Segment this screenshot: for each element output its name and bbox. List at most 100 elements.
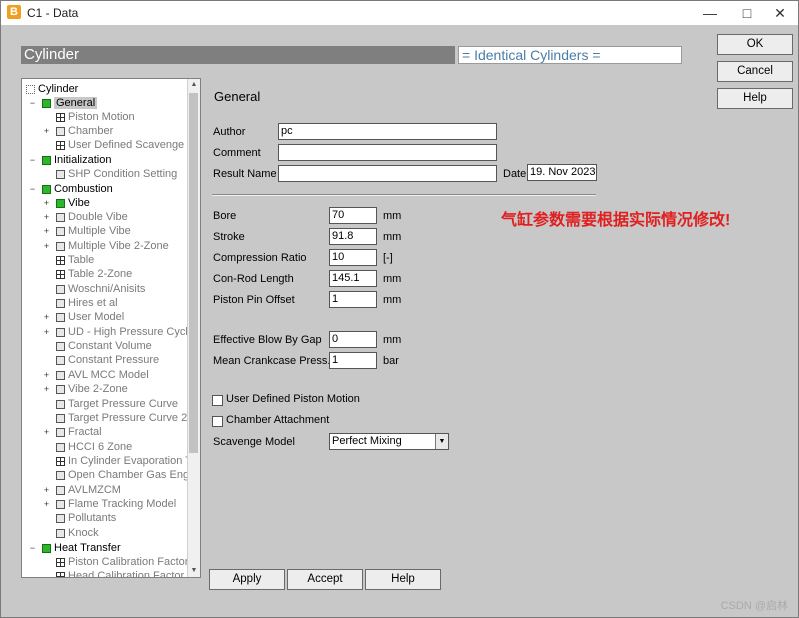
tree-item-ud-high-pressure[interactable]: + UD - High Pressure Cycle: [42, 325, 194, 339]
blow-by-gap-input[interactable]: 0: [329, 331, 377, 348]
scroll-thumb[interactable]: [189, 93, 198, 453]
bore-unit: mm: [383, 210, 402, 222]
tree-item-piston-motion[interactable]: Piston Motion: [56, 110, 135, 124]
comment-label: Comment: [213, 147, 261, 159]
tree-item-fractal[interactable]: + Fractal: [42, 425, 102, 439]
tree-item-heat-transfer[interactable]: − Heat Transfer: [28, 541, 121, 555]
tree-item-pollutants[interactable]: Pollutants: [56, 511, 116, 525]
tree-item-user-defined-scavenge[interactable]: User Defined Scavenge I: [56, 138, 190, 152]
collapse-icon[interactable]: −: [28, 544, 37, 553]
scroll-up-icon[interactable]: ▲: [188, 79, 200, 91]
doc-icon: [56, 485, 65, 495]
tree-item-vibe[interactable]: + Vibe: [42, 196, 90, 210]
expand-icon[interactable]: +: [42, 227, 51, 236]
tree-item-user-model[interactable]: + User Model: [42, 310, 124, 324]
tree-item-avlmzcm[interactable]: + AVLMZCM: [42, 483, 121, 497]
tree-item-piston-calibration[interactable]: Piston Calibration Factor: [56, 555, 188, 569]
tree-item-target-pressure[interactable]: Target Pressure Curve: [56, 397, 178, 411]
tree-item-general[interactable]: − General: [28, 96, 98, 110]
expand-icon[interactable]: +: [42, 242, 51, 251]
collapse-icon[interactable]: −: [28, 185, 37, 194]
expand-icon[interactable]: +: [42, 385, 51, 394]
tree-item-table[interactable]: Table: [56, 253, 94, 267]
stroke-input[interactable]: 91.8: [329, 228, 377, 245]
expand-icon[interactable]: +: [42, 127, 51, 136]
stroke-unit: mm: [383, 231, 402, 243]
crankcase-press-label: Mean Crankcase Press.: [213, 355, 331, 367]
apply-button[interactable]: Apply: [209, 569, 285, 590]
tree-item-knock[interactable]: Knock: [56, 526, 99, 540]
tree-item-flame-tracking[interactable]: + Flame Tracking Model: [42, 497, 176, 511]
piston-pin-offset-input[interactable]: 1: [329, 291, 377, 308]
tree-item-cylinder[interactable]: Cylinder: [26, 82, 78, 96]
tree-scrollbar[interactable]: ▲ ▼: [187, 79, 200, 577]
expand-icon[interactable]: +: [42, 371, 51, 380]
expand-icon[interactable]: +: [42, 199, 51, 208]
chamber-attachment-checkbox[interactable]: [212, 416, 223, 427]
tree-item-multiple-vibe-2zone[interactable]: + Multiple Vibe 2-Zone: [42, 239, 169, 253]
tree-item-chamber[interactable]: + Chamber: [42, 124, 113, 138]
tree-item-initialization[interactable]: − Initialization: [28, 153, 112, 167]
doc-icon: [56, 212, 65, 222]
tree-item-constant-volume[interactable]: Constant Volume: [56, 339, 152, 353]
tree-item-hires[interactable]: Hires et al: [56, 296, 118, 310]
tree-item-multiple-vibe[interactable]: + Multiple Vibe: [42, 224, 131, 238]
collapse-icon[interactable]: −: [28, 99, 37, 108]
doc-icon: [56, 499, 65, 509]
tree-item-target-pressure-2[interactable]: Target Pressure Curve 2: [56, 411, 187, 425]
expand-icon[interactable]: +: [42, 328, 51, 337]
minimize-icon[interactable]: —: [690, 1, 730, 25]
collapse-icon[interactable]: −: [28, 156, 37, 165]
dialog-content: Cylinder = Identical Cylinders = OK Canc…: [1, 25, 798, 617]
user-defined-piston-motion-checkbox[interactable]: [212, 395, 223, 406]
expand-icon[interactable]: +: [42, 428, 51, 437]
tree-item-in-cylinder-evap[interactable]: In Cylinder Evaporation T: [56, 454, 192, 468]
tree-item-shp-condition[interactable]: SHP Condition Setting: [56, 167, 177, 181]
expand-icon[interactable]: +: [42, 500, 51, 509]
expand-icon[interactable]: +: [42, 486, 51, 495]
doc-icon: [56, 298, 65, 308]
close-icon[interactable]: ✕: [760, 1, 799, 25]
expand-icon[interactable]: +: [42, 313, 51, 322]
conrod-length-input[interactable]: 145.1: [329, 270, 377, 287]
tree-item-table-2zone[interactable]: Table 2-Zone: [56, 267, 132, 281]
tree-root-icon: [26, 84, 35, 94]
bore-input[interactable]: 70: [329, 207, 377, 224]
doc-icon: [56, 470, 65, 480]
tree-item-open-chamber[interactable]: Open Chamber Gas Eng: [56, 468, 189, 482]
piston-pin-offset-label: Piston Pin Offset: [213, 294, 295, 306]
bottom-help-button[interactable]: Help: [365, 569, 441, 590]
cancel-button[interactable]: Cancel: [717, 61, 793, 82]
date-field[interactable]: 19. Nov 2023: [527, 164, 597, 181]
comment-input[interactable]: [278, 144, 497, 161]
tree-item-woschni[interactable]: Woschni/Anisits: [56, 282, 145, 296]
crankcase-press-input[interactable]: 1: [329, 352, 377, 369]
title-bar: B C1 - Data — □ ✕: [1, 1, 798, 25]
green-node-icon: [42, 184, 51, 194]
tree-item-double-vibe[interactable]: + Double Vibe: [42, 210, 128, 224]
tree-item-avl-mcc[interactable]: + AVL MCC Model: [42, 368, 149, 382]
doc-icon: [56, 528, 65, 538]
ok-button[interactable]: OK: [717, 34, 793, 55]
tree-item-head-calibration[interactable]: Head Calibration Factor: [56, 569, 184, 577]
author-label: Author: [213, 126, 246, 138]
tree-item-hcci[interactable]: HCCI 6 Zone: [56, 440, 132, 454]
tree-item-combustion[interactable]: − Combustion: [28, 182, 113, 196]
doc-icon: [56, 442, 65, 452]
chevron-down-icon[interactable]: ▼: [435, 434, 448, 449]
doc-icon: [56, 327, 65, 337]
expand-icon[interactable]: +: [42, 213, 51, 222]
doc-icon: [56, 413, 65, 423]
help-button[interactable]: Help: [717, 88, 793, 109]
tree-item-constant-pressure[interactable]: Constant Pressure: [56, 353, 159, 367]
doc-icon: [56, 341, 65, 351]
tree-item-vibe-2zone[interactable]: + Vibe 2-Zone: [42, 382, 128, 396]
author-input[interactable]: pc: [278, 123, 497, 140]
blow-by-gap-unit: mm: [383, 334, 402, 346]
accept-button[interactable]: Accept: [287, 569, 363, 590]
result-name-input[interactable]: [278, 165, 497, 182]
compression-ratio-input[interactable]: 10: [329, 249, 377, 266]
scavenge-model-select[interactable]: Perfect Mixing ▼: [329, 433, 449, 450]
scroll-down-icon[interactable]: ▼: [188, 565, 200, 577]
green-node-icon: [42, 98, 51, 108]
